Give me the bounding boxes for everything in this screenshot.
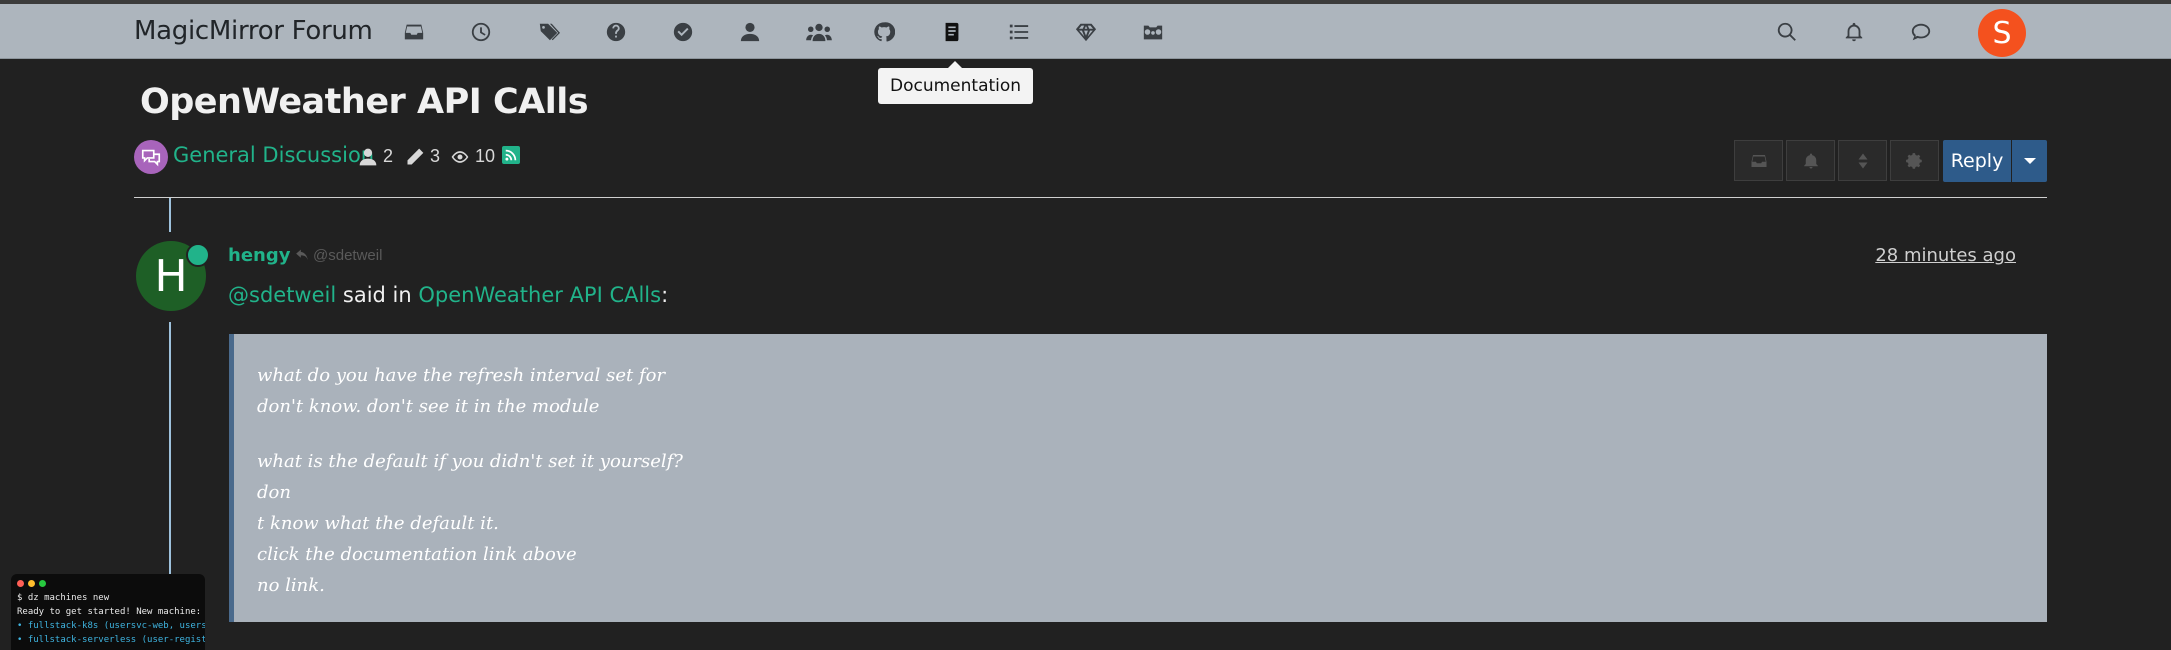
post-timestamp[interactable]: 28 minutes ago — [1875, 245, 2016, 266]
unread-icon[interactable] — [402, 20, 426, 44]
views-value: 10 — [475, 146, 496, 166]
said-in-text: said in — [336, 283, 419, 307]
gem-icon[interactable] — [1074, 20, 1098, 44]
minimize-dot-icon — [28, 580, 35, 587]
forum-page: { "app": { "brand": "MagicMirror Forum" … — [0, 0, 2171, 650]
quote-line: don't know. don't see it in the module — [257, 396, 600, 417]
quote-line: no link. — [257, 575, 325, 596]
maximize-dot-icon — [39, 580, 46, 587]
solved-icon[interactable] — [671, 20, 695, 44]
quote-line: don — [257, 482, 291, 503]
brand-title[interactable]: MagicMirror Forum — [134, 16, 373, 46]
navbar: MagicMirror Forum — [0, 4, 2171, 59]
github-icon[interactable] — [872, 20, 896, 44]
rss-icon[interactable] — [502, 146, 520, 164]
pencil-icon — [407, 148, 424, 164]
quote-line: click the documentation link above — [257, 544, 577, 565]
window-controls — [17, 580, 199, 587]
topic-title: OpenWeather API CAlls — [140, 82, 589, 122]
posts-value: 3 — [430, 146, 441, 166]
topic-tools-button[interactable] — [1890, 140, 1939, 181]
sort-button[interactable] — [1838, 140, 1887, 181]
watch-button[interactable] — [1786, 140, 1835, 181]
quote-spacer — [257, 422, 2047, 446]
terminal-line: • fullstack-serverless (user-regist — [17, 635, 205, 645]
tags-icon[interactable] — [537, 20, 561, 44]
chat-icon[interactable] — [1909, 20, 1933, 44]
posters-icon — [359, 148, 377, 165]
documentation-icon[interactable] — [940, 20, 964, 44]
quote-line: t know what the default it. — [257, 513, 499, 534]
user-icon[interactable] — [738, 20, 762, 44]
recent-icon[interactable] — [469, 20, 493, 44]
topic-link[interactable]: OpenWeather API CAlls — [418, 283, 661, 307]
reply-button[interactable]: Reply — [1943, 140, 2011, 182]
category-icon[interactable] — [134, 140, 168, 174]
quote-line: what is the default if you didn't set it… — [257, 451, 683, 472]
terminal-line: • fullstack-k8s (usersvc-web, users — [17, 621, 205, 631]
views-count: 10 — [450, 146, 495, 167]
quoted-text: what do you have the refresh interval se… — [229, 334, 2047, 622]
reply-dropdown-button[interactable] — [2012, 140, 2047, 182]
eye-icon — [451, 150, 469, 163]
reply-to-user: @sdetweil — [313, 247, 383, 264]
reply-to-link[interactable]: @sdetweil — [295, 247, 382, 264]
category-link[interactable]: General Discussion — [173, 143, 374, 167]
help-icon[interactable] — [604, 20, 628, 44]
search-icon[interactable] — [1775, 20, 1799, 44]
posts-count: 3 — [405, 146, 440, 167]
quote-attribution: @sdetweil said in OpenWeather API CAlls: — [228, 283, 668, 307]
header-divider — [134, 197, 2047, 198]
posters-count: 2 — [358, 146, 393, 167]
mention-link[interactable]: @sdetweil — [228, 283, 336, 307]
close-dot-icon — [17, 580, 24, 587]
groups-icon[interactable] — [805, 20, 833, 44]
camera-icon[interactable] — [1141, 20, 1165, 44]
quote-line: what do you have the refresh interval se… — [257, 365, 666, 386]
posters-value: 2 — [383, 146, 394, 166]
post-author-name[interactable]: hengy — [228, 245, 290, 266]
user-avatar[interactable]: S — [1978, 9, 2026, 57]
colon-text: : — [661, 283, 669, 307]
terminal-line: Ready to get started! New machine: — [17, 607, 202, 617]
notifications-icon[interactable] — [1842, 20, 1866, 44]
list-icon[interactable] — [1007, 20, 1031, 44]
terminal-line: $ dz machines new — [17, 593, 110, 603]
terminal-thumbnail[interactable]: $ dz machines new Ready to get started! … — [11, 574, 205, 650]
mark-unread-button[interactable] — [1734, 140, 1783, 181]
online-status-badge — [186, 243, 210, 267]
documentation-tooltip: Documentation — [878, 61, 1034, 104]
reply-arrow-icon — [296, 249, 308, 260]
